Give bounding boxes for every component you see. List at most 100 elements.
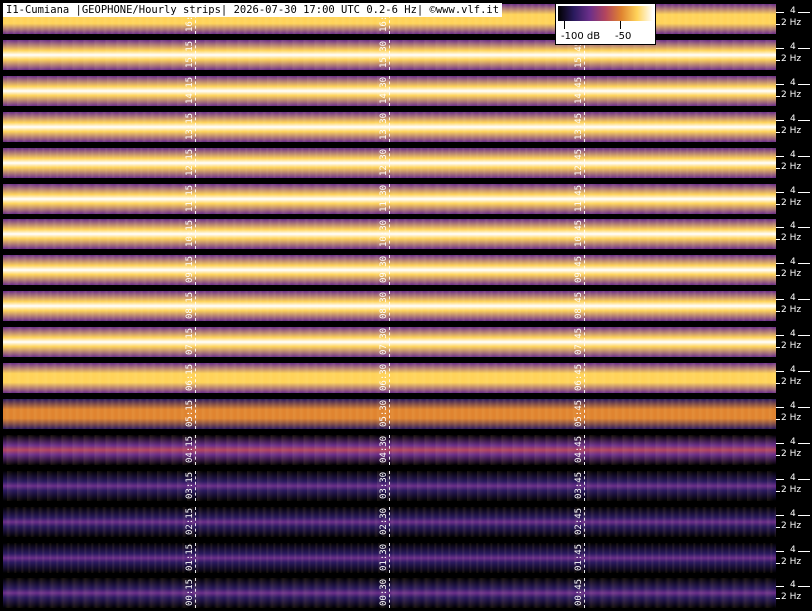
time-gridline xyxy=(389,183,390,214)
tick-2hz-label: 2 Hz xyxy=(781,377,802,387)
strip-frequency-axis: 42 Hz xyxy=(776,255,812,285)
tick-2hz-label: 2 Hz xyxy=(781,53,802,64)
tick-2hz xyxy=(776,490,780,492)
time-label: 02:45 xyxy=(574,507,584,535)
tick-4hz-right xyxy=(798,47,810,49)
tick-4hz xyxy=(776,406,784,408)
tick-4hz-right xyxy=(798,514,810,516)
time-label: 13:30 xyxy=(379,112,389,140)
tick-2hz xyxy=(776,24,780,25)
time-label: 14:15 xyxy=(185,76,195,104)
time-label: 09:45 xyxy=(574,256,584,284)
tick-4hz-label: 4 xyxy=(790,329,796,340)
time-gridline xyxy=(389,111,390,142)
tick-4hz-right xyxy=(798,191,810,193)
tick-2hz-label: 2 Hz xyxy=(781,18,802,28)
tick-2hz-label: 2 Hz xyxy=(781,197,802,208)
tick-4hz-right xyxy=(798,442,810,444)
tick-4hz-label: 4 xyxy=(790,436,796,447)
time-label: 05:45 xyxy=(574,399,584,427)
hour-strip: 01:15 01:30 01:45 xyxy=(3,542,776,573)
tick-2hz xyxy=(776,239,780,241)
time-gridline xyxy=(389,147,390,178)
tick-4hz xyxy=(776,263,784,265)
time-gridline xyxy=(584,291,585,322)
time-label: 14:30 xyxy=(379,76,389,104)
time-gridline xyxy=(195,578,196,609)
tick-2hz xyxy=(776,203,780,205)
tick-4hz-right xyxy=(798,586,810,588)
tick-4hz-label: 4 xyxy=(790,221,796,232)
time-label: 01:45 xyxy=(574,543,584,571)
time-gridline xyxy=(584,542,585,573)
time-gridline xyxy=(195,291,196,322)
time-label: 14:45 xyxy=(574,76,584,104)
hour-strip: 12:15 12:30 12:45 xyxy=(3,147,776,178)
time-gridline xyxy=(389,470,390,501)
tick-2hz-label: 2 Hz xyxy=(781,341,802,352)
hour-strip: 06:15 06:30 06:45 xyxy=(3,363,776,393)
strip-frequency-axis: 42 Hz xyxy=(776,327,812,357)
tick-4hz xyxy=(776,514,784,516)
hour-strip: 04:15 04:30 04:45 xyxy=(3,434,776,465)
time-gridline xyxy=(584,506,585,537)
colorbar-legend: -100 dB -50 xyxy=(555,3,656,45)
tick-2hz-label: 2 Hz xyxy=(781,89,802,100)
tick-4hz-label: 4 xyxy=(790,400,796,411)
time-gridline xyxy=(195,39,196,70)
tick-4hz xyxy=(776,83,784,85)
tick-4hz xyxy=(776,47,784,49)
spectrogram-plot: 16:1516:3016:4515:1515:3015:4514:1514:30… xyxy=(0,0,812,611)
tick-2hz xyxy=(776,526,780,528)
hour-strip: 15:15 15:30 15:45 xyxy=(3,39,776,70)
tick-4hz-right xyxy=(798,371,810,372)
tick-2hz xyxy=(776,311,780,313)
time-gridline xyxy=(195,542,196,573)
tick-2hz-label: 2 Hz xyxy=(781,305,802,316)
time-label: 09:15 xyxy=(185,256,195,284)
time-label: 04:45 xyxy=(574,435,584,463)
time-label: 10:30 xyxy=(379,220,389,248)
colorbar-tick-max xyxy=(620,21,621,29)
time-label: 15:30 xyxy=(379,40,389,68)
tick-4hz xyxy=(776,371,784,372)
time-gridline xyxy=(389,39,390,70)
time-label: 05:15 xyxy=(185,399,195,427)
time-label: 08:15 xyxy=(185,292,195,320)
tick-4hz-right xyxy=(798,478,810,480)
hour-strip: 13:15 13:30 13:45 xyxy=(3,111,776,142)
time-gridline xyxy=(389,219,390,250)
time-label: 01:15 xyxy=(185,543,195,571)
tick-4hz xyxy=(776,586,784,588)
time-gridline xyxy=(389,363,390,393)
time-label: 03:45 xyxy=(574,471,584,499)
tick-4hz xyxy=(776,227,784,229)
time-gridline xyxy=(389,75,390,106)
tick-4hz-right xyxy=(798,263,810,265)
tick-4hz-label: 4 xyxy=(790,257,796,268)
hour-strip: 00:15 00:30 00:45 xyxy=(3,578,776,609)
tick-4hz-right xyxy=(798,119,810,121)
tick-2hz xyxy=(776,275,780,277)
strip-frequency-axis: 42 Hz xyxy=(776,399,812,429)
tick-2hz xyxy=(776,562,780,564)
time-label: 08:45 xyxy=(574,292,584,320)
tick-4hz-right xyxy=(798,155,810,157)
time-gridline xyxy=(584,434,585,465)
time-gridline xyxy=(389,327,390,358)
time-gridline xyxy=(195,470,196,501)
time-gridline xyxy=(389,542,390,573)
tick-4hz-label: 4 xyxy=(790,41,796,52)
time-gridline xyxy=(584,327,585,358)
tick-4hz-label: 4 xyxy=(790,472,796,483)
strip-frequency-axis: 42 Hz xyxy=(776,112,812,142)
tick-4hz-label: 4 xyxy=(790,6,796,16)
time-gridline xyxy=(389,398,390,429)
tick-4hz-label: 4 xyxy=(790,293,796,304)
tick-2hz xyxy=(776,131,780,133)
hour-strip: 02:15 02:30 02:45 xyxy=(3,506,776,537)
tick-2hz xyxy=(776,598,780,600)
time-gridline xyxy=(389,255,390,286)
tick-4hz-right xyxy=(798,406,810,408)
time-gridline xyxy=(389,578,390,609)
